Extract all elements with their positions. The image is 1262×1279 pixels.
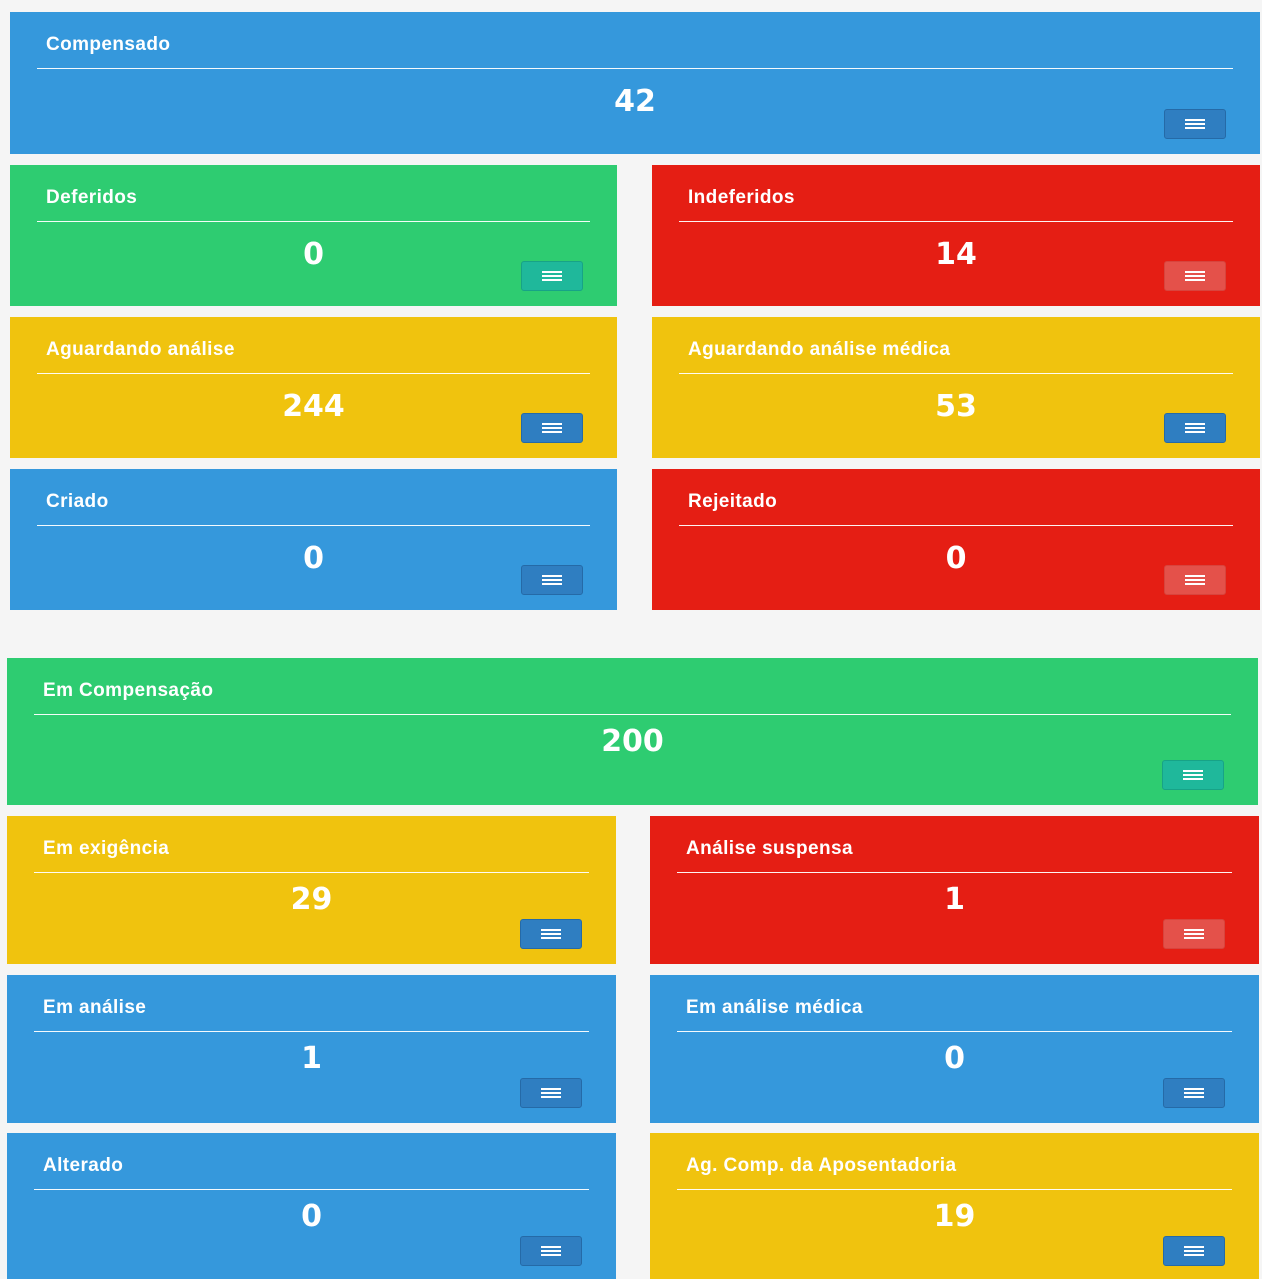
list-icon (1185, 271, 1205, 281)
list-icon (1184, 1088, 1204, 1098)
divider (37, 373, 590, 374)
divider (677, 872, 1232, 873)
view-list-button[interactable] (1164, 565, 1226, 595)
divider (34, 1189, 589, 1190)
list-icon (1185, 575, 1205, 585)
list-icon (1183, 770, 1203, 780)
view-list-button[interactable] (521, 565, 583, 595)
status-card-em-exigencia: Em exigência 29 (7, 816, 616, 964)
list-icon (1184, 929, 1204, 939)
status-card-rejeitado: Rejeitado 0 (652, 469, 1260, 610)
divider (34, 1031, 589, 1032)
card-title: Em análise (43, 997, 147, 1018)
list-icon (542, 423, 562, 433)
status-card-deferidos: Deferidos 0 (10, 165, 617, 306)
card-count: 1 (301, 1041, 322, 1076)
divider (677, 1031, 1232, 1032)
status-card-em-analise: Em análise 1 (7, 975, 616, 1123)
list-icon (1184, 1246, 1204, 1256)
card-title: Em exigência (43, 838, 170, 859)
card-count: 29 (290, 882, 333, 917)
view-list-button[interactable] (521, 413, 583, 443)
status-card-em-compensacao: Em Compensação 200 (7, 658, 1258, 805)
status-card-alterado: Alterado 0 (7, 1133, 616, 1279)
card-count: 0 (301, 1199, 322, 1234)
divider (677, 1189, 1232, 1190)
status-card-em-analise-medica: Em análise médica 0 (650, 975, 1259, 1123)
card-title: Compensado (46, 34, 171, 55)
view-list-button[interactable] (1163, 1236, 1225, 1266)
status-card-criado: Criado 0 (10, 469, 617, 610)
divider (37, 68, 1233, 69)
view-list-button[interactable] (1164, 109, 1226, 139)
card-count: 19 (933, 1199, 976, 1234)
card-count: 1 (944, 882, 965, 917)
list-icon (1185, 119, 1205, 129)
card-title: Alterado (43, 1155, 124, 1176)
card-count: 0 (944, 1041, 965, 1076)
view-list-button[interactable] (1162, 760, 1224, 790)
status-card-analise-suspensa: Análise suspensa 1 (650, 816, 1259, 964)
status-card-ag-comp-aposentadoria: Ag. Comp. da Aposentadoria 19 (650, 1133, 1259, 1279)
card-count: 200 (601, 724, 664, 759)
card-title: Ag. Comp. da Aposentadoria (686, 1155, 957, 1176)
card-title: Rejeitado (688, 491, 778, 512)
divider (679, 221, 1233, 222)
status-card-compensado: Compensado 42 (10, 12, 1260, 154)
view-list-button[interactable] (1163, 1078, 1225, 1108)
divider (34, 714, 1231, 715)
status-card-indeferidos: Indeferidos 14 (652, 165, 1260, 306)
card-title: Em análise médica (686, 997, 863, 1018)
list-icon (1185, 423, 1205, 433)
list-icon (541, 1246, 561, 1256)
card-title: Indeferidos (688, 187, 795, 208)
view-list-button[interactable] (520, 1236, 582, 1266)
view-list-button[interactable] (1164, 261, 1226, 291)
card-title: Aguardando análise (46, 339, 235, 360)
divider (679, 525, 1233, 526)
card-title: Criado (46, 491, 109, 512)
card-title: Aguardando análise médica (688, 339, 951, 360)
divider (37, 525, 590, 526)
card-title: Análise suspensa (686, 838, 853, 859)
view-list-button[interactable] (520, 1078, 582, 1108)
list-icon (542, 271, 562, 281)
card-title: Deferidos (46, 187, 138, 208)
divider (37, 221, 590, 222)
list-icon (542, 575, 562, 585)
list-icon (541, 1088, 561, 1098)
divider (34, 872, 589, 873)
view-list-button[interactable] (1164, 413, 1226, 443)
card-title: Em Compensação (43, 680, 214, 701)
view-list-button[interactable] (521, 261, 583, 291)
divider (679, 373, 1233, 374)
status-card-aguardando-analise: Aguardando análise 244 (10, 317, 617, 458)
view-list-button[interactable] (1163, 919, 1225, 949)
list-icon (541, 929, 561, 939)
card-count: 42 (614, 84, 656, 119)
status-card-aguardando-analise-medica: Aguardando análise médica 53 (652, 317, 1260, 458)
view-list-button[interactable] (520, 919, 582, 949)
